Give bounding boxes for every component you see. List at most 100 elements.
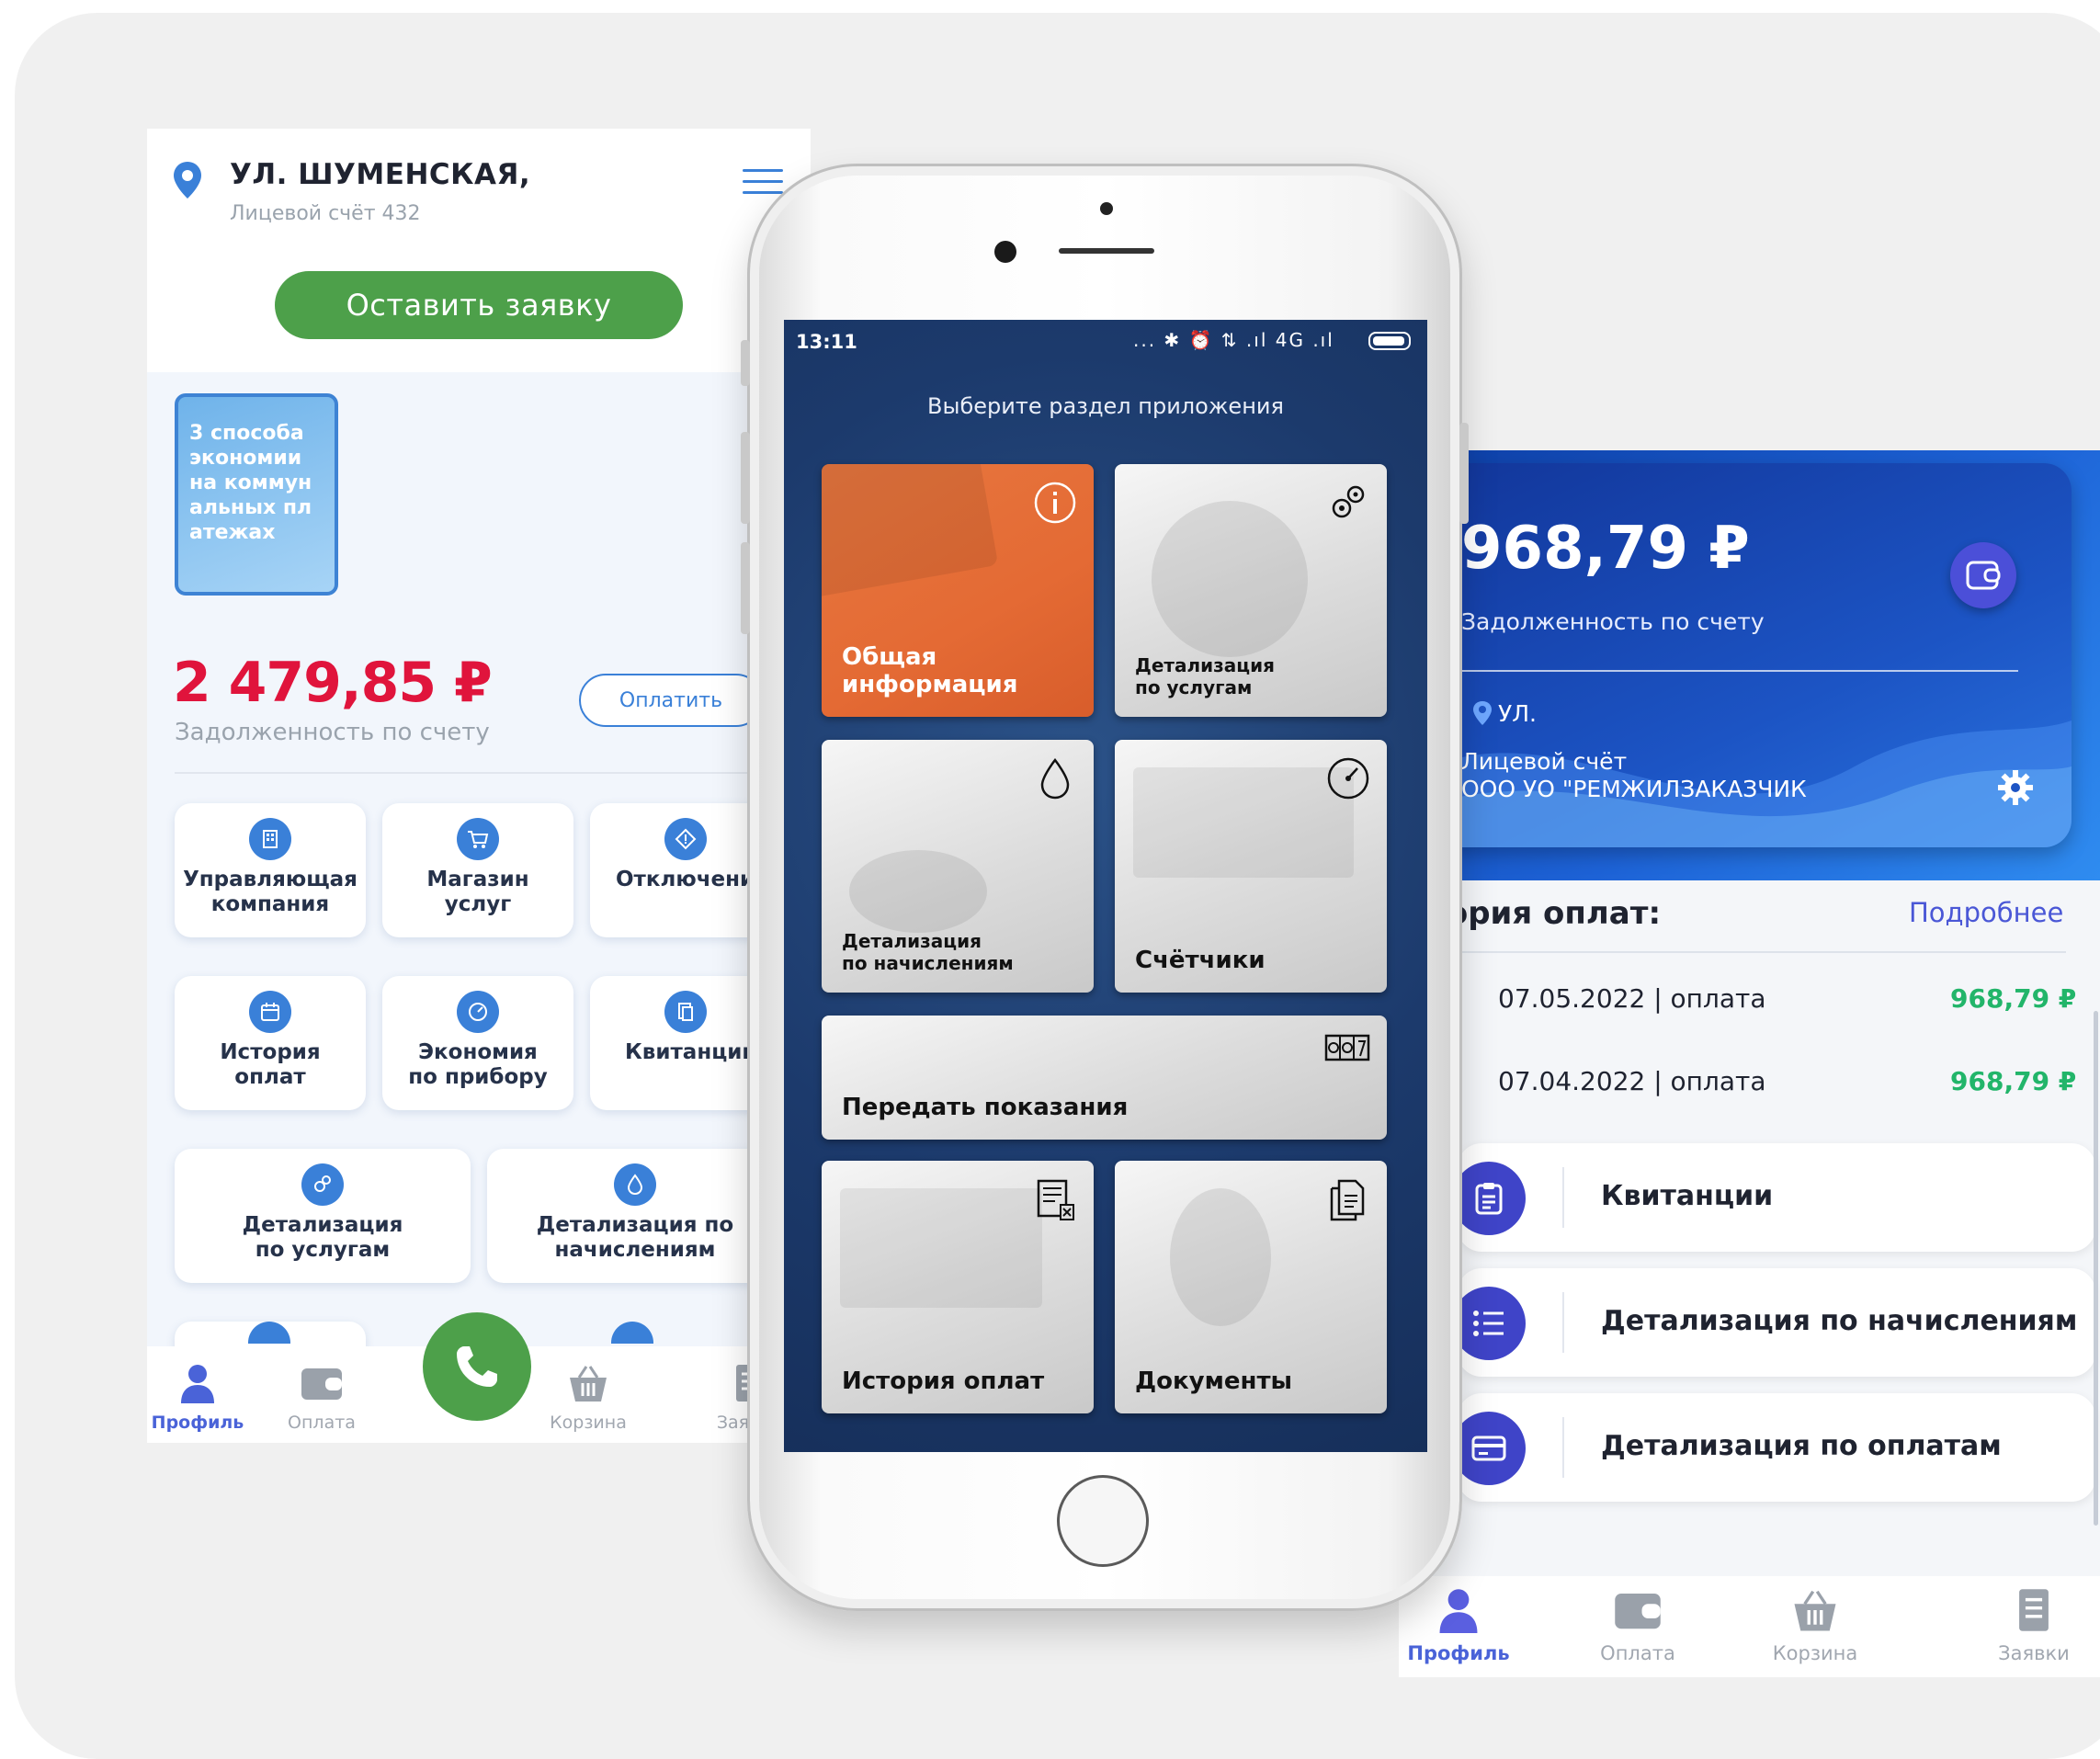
payment-sum: 968,79 ₽ xyxy=(1950,1066,2077,1096)
calendar-icon xyxy=(249,991,291,1033)
nav-label: Профиль xyxy=(151,1413,244,1433)
account-number: Лицевой счёт 432 xyxy=(230,202,421,225)
menu-label: Детализация по оплатам xyxy=(1601,1430,2002,1462)
balance-card: 968,79 ₽ Задолженность по счету УЛ. Лице… xyxy=(1432,463,2072,847)
tile-service-shop[interactable]: Магазин услуг xyxy=(382,803,573,937)
documents-icon xyxy=(664,991,707,1033)
tile-device-savings[interactable]: Экономия по прибору xyxy=(382,976,573,1110)
tile-label: Детализация по услугам xyxy=(242,1213,403,1262)
nav-profile[interactable]: Профиль xyxy=(147,1363,248,1433)
payment-row[interactable]: 07.05.2022 | оплата 968,79 ₽ xyxy=(1399,970,2100,1026)
gears-icon xyxy=(301,1163,344,1206)
left-header: УЛ. ШУМЕНСКАЯ, Лицевой счёт 432 Оставить… xyxy=(147,129,811,372)
battery-icon xyxy=(1368,332,1411,350)
payment-row[interactable]: 07.04.2022 | оплата 968,79 ₽ xyxy=(1399,1053,2100,1108)
wallet-button[interactable] xyxy=(1950,542,2016,608)
phone-screen: 13:11 ... ✱ ⏰ ⇅ .ıl 4G .ıl Выберите разд… xyxy=(784,320,1427,1452)
divider xyxy=(1432,951,2066,953)
phone-side-button xyxy=(1459,423,1469,524)
tile-label: Детализация по услугам xyxy=(1135,654,1275,698)
tile-icon-partial xyxy=(611,1322,653,1344)
pay-button[interactable]: Оплатить xyxy=(579,674,763,727)
tile-submit-readings[interactable]: Передать показания xyxy=(822,1016,1387,1140)
card-address: УЛ. xyxy=(1498,700,1537,727)
nav-basket[interactable]: Корзина xyxy=(1755,1587,1875,1664)
card-divider xyxy=(1461,670,2018,672)
status-time: 13:11 xyxy=(796,331,857,353)
profile-icon xyxy=(1439,1589,1478,1633)
nav-label: Заявки xyxy=(1998,1642,2070,1664)
debt-label: Задолженность по счету xyxy=(175,719,490,746)
tile-label: Магазин услуг xyxy=(426,868,529,916)
menu-charges-detail[interactable]: Детализация по начислениям xyxy=(1452,1268,2095,1377)
location-pin-icon xyxy=(174,162,201,199)
balance-amount: 968,79 ₽ xyxy=(1461,515,1750,583)
account-label: Лицевой счёт xyxy=(1461,748,1628,775)
alert-diamond-icon xyxy=(664,818,707,860)
history-more-link[interactable]: Подробнее xyxy=(1909,897,2063,928)
screen-title: Выберите раздел приложения xyxy=(927,393,1284,419)
tile-payment-history[interactable]: История оплат xyxy=(175,976,366,1110)
requests-icon xyxy=(2019,1589,2049,1631)
meter-counter-icon xyxy=(1324,1034,1370,1061)
scrollbar[interactable] xyxy=(2094,1011,2098,1526)
tile-management-company[interactable]: Управляющая компания xyxy=(175,803,366,937)
tile-payment-history[interactable]: История оплат xyxy=(822,1161,1094,1413)
settings-gear-icon[interactable] xyxy=(1996,768,2035,807)
gauge-icon xyxy=(457,991,499,1033)
menu-label: Квитанции xyxy=(1601,1180,1774,1212)
account-company: ООО УО "РЕМЖИЛЗАКАЗЧИК xyxy=(1461,776,1807,802)
payment-text: 07.05.2022 | оплата xyxy=(1498,983,1766,1014)
building-icon xyxy=(249,818,291,860)
drop-icon xyxy=(614,1163,656,1206)
menu-receipts[interactable]: Квитанции xyxy=(1452,1143,2095,1252)
nav-basket[interactable]: Корзина xyxy=(538,1363,639,1433)
tile-documents[interactable]: Документы xyxy=(1115,1161,1387,1413)
card-icon xyxy=(1452,1412,1526,1485)
drop-icon xyxy=(1040,757,1070,800)
phone-side-button xyxy=(741,432,750,524)
nav-label: Корзина xyxy=(1772,1642,1858,1664)
menu-payments-detail[interactable]: Детализация по оплатам xyxy=(1452,1393,2095,1502)
payment-sum: 968,79 ₽ xyxy=(1950,983,2077,1014)
phone-camera xyxy=(994,241,1016,263)
tile-label: Документы xyxy=(1135,1367,1293,1395)
tile-charges-detail[interactable]: Детализация по начислениям xyxy=(822,740,1094,993)
nav-requests[interactable]: Заявки xyxy=(1974,1587,2094,1664)
promo-banner[interactable]: 3 способа экономии на коммунальных плате… xyxy=(175,393,338,596)
left-app-screen: УЛ. ШУМЕНСКАЯ, Лицевой счёт 432 Оставить… xyxy=(147,129,811,1443)
phone-side-button xyxy=(741,340,750,386)
debt-amount: 2 479,85 ₽ xyxy=(173,651,493,715)
documents-icon xyxy=(1330,1179,1365,1221)
status-icons: ... ✱ ⏰ ⇅ .ıl 4G .ıl xyxy=(1133,329,1334,351)
right-bottom-nav: Профиль Оплата Корзина Заявки xyxy=(1399,1576,2100,1677)
call-button[interactable] xyxy=(423,1312,531,1421)
receipt-icon xyxy=(1037,1179,1074,1220)
wallet-icon xyxy=(301,1368,342,1400)
basket-icon xyxy=(1794,1590,1836,1631)
leave-request-button[interactable]: Оставить заявку xyxy=(275,271,683,339)
nav-label: Оплата xyxy=(1600,1642,1675,1664)
nav-payment[interactable]: Оплата xyxy=(271,1363,372,1433)
menu-burger-icon[interactable] xyxy=(743,169,783,197)
tile-charges-detail[interactable]: Детализация по начислениям xyxy=(487,1149,783,1283)
tile-general-info[interactable]: Общая информация xyxy=(822,464,1094,717)
tile-label: Управляющая компания xyxy=(183,868,358,916)
divider xyxy=(1562,1167,1564,1228)
address-title: УЛ. ШУМЕНСКАЯ, xyxy=(230,158,531,191)
nav-profile[interactable]: Профиль xyxy=(1399,1587,1518,1664)
profile-icon xyxy=(181,1365,214,1403)
tile-meters[interactable]: Счётчики xyxy=(1115,740,1387,993)
divider xyxy=(1562,1417,1564,1478)
nav-payment[interactable]: Оплата xyxy=(1578,1587,1697,1664)
divider xyxy=(175,772,781,774)
payment-text: 07.04.2022 | оплата xyxy=(1498,1066,1766,1096)
tile-services-detail[interactable]: Детализация по услугам xyxy=(175,1149,471,1283)
right-app-screen: 968,79 ₽ Задолженность по счету УЛ. Лице… xyxy=(1399,450,2100,1677)
clipboard-icon xyxy=(1452,1162,1526,1235)
phone-sensor xyxy=(1100,202,1113,215)
phone-side-button xyxy=(741,542,750,634)
tile-services-detail[interactable]: Детализация по услугам xyxy=(1115,464,1387,717)
tile-label: Счётчики xyxy=(1135,947,1266,974)
phone-home-button[interactable] xyxy=(1057,1475,1149,1567)
